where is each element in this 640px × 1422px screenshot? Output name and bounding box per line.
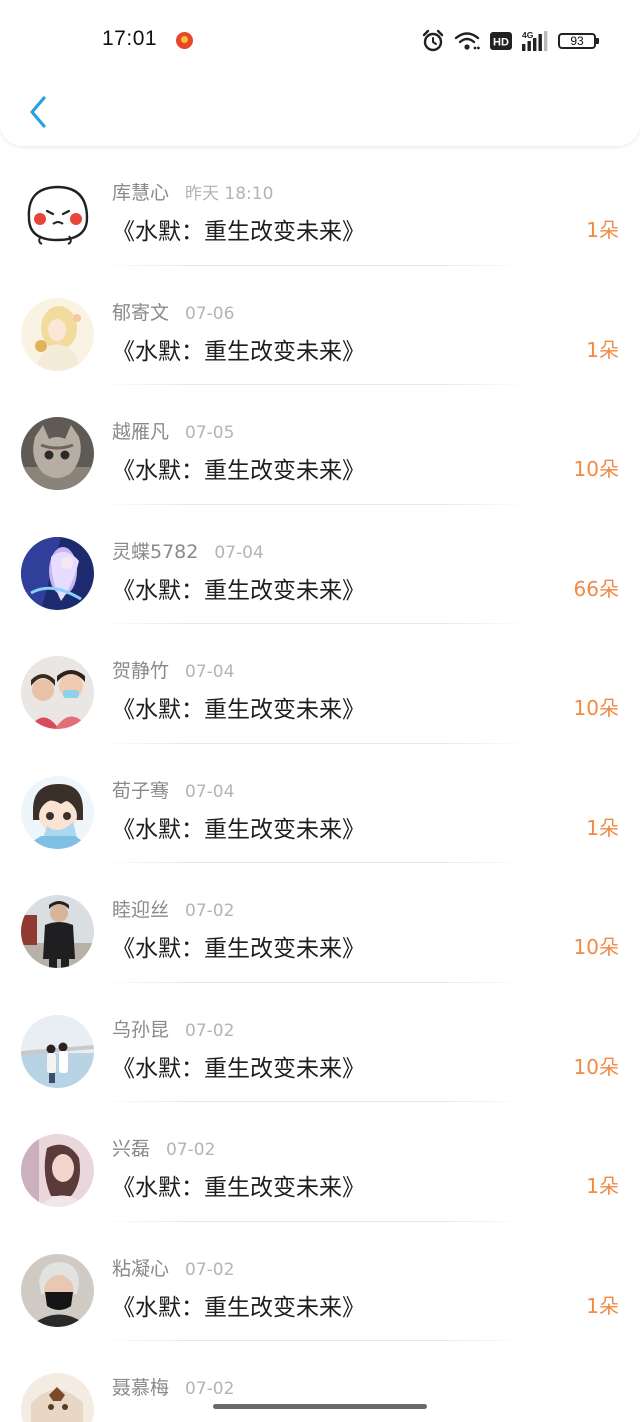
user-name: 库慧心 昨天 18:10 (112, 182, 274, 204)
flower-gift-list: 库慧心 昨天 18:10 《水默：重生改变未来》 1朵 郁寄文 07-06 《水默：… (0, 146, 640, 1422)
book-title: 《水默：重生改变未来》 (112, 1294, 365, 1321)
avatar (21, 775, 94, 849)
avatar (21, 417, 94, 490)
flower-count: 1朵 (586, 815, 619, 840)
list-item[interactable]: 聂慕梅 07-02 (0, 1341, 640, 1422)
book-title: 《水默：重生改变未来》 (112, 1055, 365, 1082)
status-icons: HD 4G 93 (422, 28, 599, 54)
avatar (21, 297, 94, 371)
avatar (21, 1373, 94, 1422)
list-item[interactable]: 睦迎丝 07-02 《水默：重生改变未来》 10朵 (0, 863, 640, 983)
alarm-icon (422, 29, 444, 53)
user-name: 粘凝心 07-02 (112, 1257, 235, 1280)
user-name: 越雁凡 07-05 (112, 421, 235, 443)
flower-count: 10朵 (573, 935, 619, 959)
back-button[interactable] (18, 92, 58, 132)
svg-text:HD: HD (493, 37, 509, 49)
user-name: 郁寄文 07-06 (112, 301, 235, 324)
signal-4g-icon: 4G (522, 30, 548, 52)
battery-icon: 93 (558, 33, 599, 49)
list-item[interactable]: 灵蝶5782 07-04 《水默：重生改变未来》 66朵 (0, 505, 640, 625)
list-item[interactable]: 兴磊 07-02 《水默：重生改变未来》 1朵 (0, 1102, 640, 1222)
wifi-icon (454, 31, 480, 51)
header: 17:01 HD 4G 93 (0, 0, 640, 146)
flower-count: 10朵 (573, 457, 619, 481)
list-item[interactable]: 贺静竹 07-04 《水默：重生改变未来》 10朵 (0, 624, 640, 744)
hd-icon: HD (490, 32, 512, 50)
user-name: 睦迎丝 07-02 (112, 899, 235, 921)
avatar (21, 536, 94, 610)
book-title: 《水默：重生改变未来》 (112, 697, 365, 723)
status-time: 17:01 (102, 27, 158, 50)
post-date: 07-02 (185, 901, 235, 921)
book-title: 《水默：重生改变未来》 (112, 458, 365, 484)
book-title: 《水默：重生改变未来》 (112, 816, 365, 843)
flower-count: 66朵 (573, 576, 619, 601)
avatar (21, 1253, 94, 1327)
avatar (21, 1014, 94, 1088)
book-title: 《水默：重生改变未来》 (112, 338, 365, 365)
list-item[interactable]: 郁寄文 07-06 《水默：重生改变未来》 1朵 (0, 266, 640, 386)
user-name: 荀子骞 07-04 (112, 779, 235, 802)
post-date: 07-02 (166, 1140, 216, 1160)
flower-count: 10朵 (573, 696, 619, 720)
user-name: 兴磊 07-02 (112, 1138, 216, 1160)
book-title: 《水默：重生改变未来》 (112, 1175, 365, 1201)
list-item[interactable]: 库慧心 昨天 18:10 《水默：重生改变未来》 1朵 (0, 146, 640, 266)
post-date: 07-04 (185, 781, 235, 802)
post-date: 07-04 (214, 542, 264, 563)
user-name: 乌孙昆 07-02 (112, 1018, 235, 1041)
post-date: 07-04 (185, 662, 235, 682)
list-item[interactable]: 乌孙昆 07-02 《水默：重生改变未来》 10朵 (0, 983, 640, 1103)
svg-text:4G: 4G (522, 30, 534, 40)
post-date: 07-05 (185, 423, 235, 443)
user-name: 灵蝶5782 07-04 (112, 540, 264, 563)
status-bar: 17:01 HD 4G 93 (0, 0, 640, 80)
user-name: 贺静竹 07-04 (112, 660, 235, 682)
list-item[interactable]: 粘凝心 07-02 《水默：重生改变未来》 1朵 (0, 1222, 640, 1342)
book-title: 《水默：重生改变未来》 (112, 936, 365, 962)
book-title: 《水默：重生改变未来》 (112, 577, 365, 604)
post-date: 07-06 (185, 303, 235, 324)
post-date: 昨天 18:10 (185, 184, 274, 204)
screen: 17:01 HD 4G 93 库慧心 昨天 18:10 《水默：重生改变未来》 … (0, 0, 640, 1422)
avatar (21, 656, 94, 729)
list-item[interactable]: 荀子骞 07-04 《水默：重生改变未来》 1朵 (0, 744, 640, 864)
flower-count: 10朵 (573, 1054, 619, 1079)
app-notification-icon (176, 32, 193, 49)
list-item[interactable]: 越雁凡 07-05 《水默：重生改变未来》 10朵 (0, 385, 640, 505)
avatar (21, 178, 94, 251)
book-title: 《水默：重生改变未来》 (112, 219, 365, 245)
flower-count: 1朵 (586, 218, 619, 242)
avatar (21, 895, 94, 968)
chevron-left-icon (30, 96, 46, 128)
flower-count: 1朵 (586, 1174, 619, 1198)
flower-count: 1朵 (586, 1293, 619, 1318)
post-date: 07-02 (185, 1379, 235, 1399)
avatar (21, 1134, 94, 1207)
home-indicator[interactable] (213, 1404, 427, 1409)
user-name: 聂慕梅 07-02 (112, 1377, 235, 1399)
post-date: 07-02 (185, 1020, 235, 1041)
flower-count: 1朵 (586, 337, 619, 362)
post-date: 07-02 (185, 1259, 235, 1280)
